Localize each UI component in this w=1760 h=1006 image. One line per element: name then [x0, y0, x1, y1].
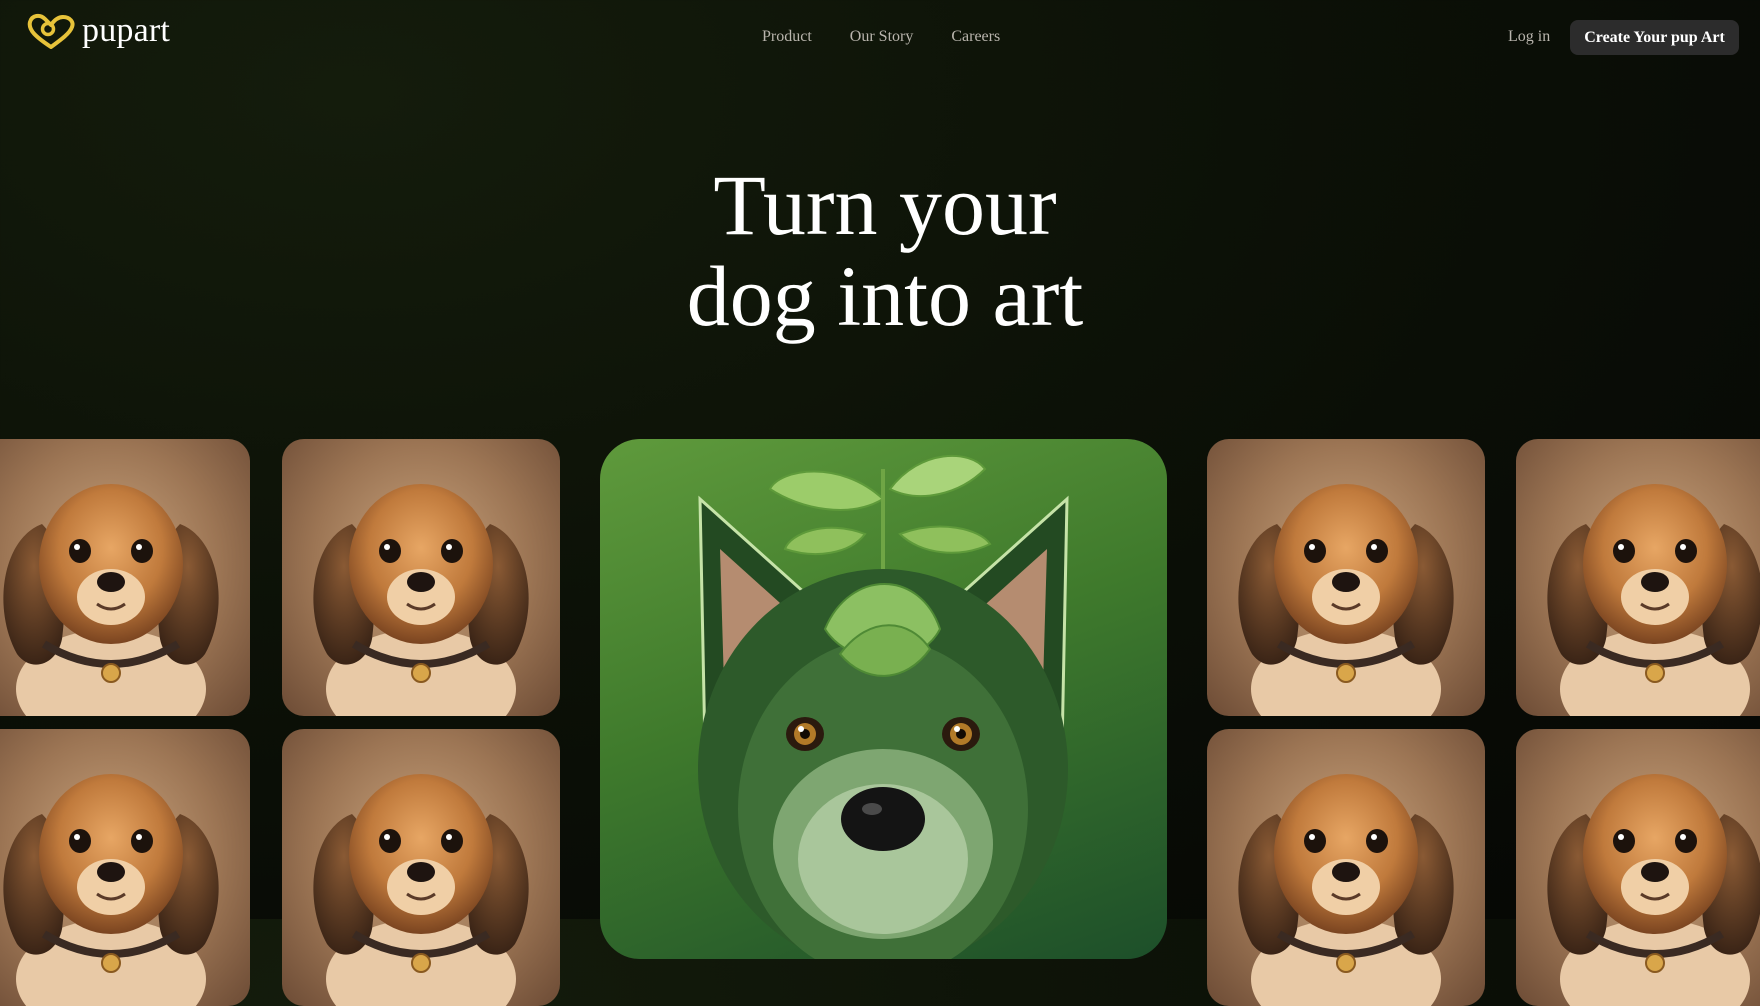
- gallery-tile: [1207, 439, 1485, 716]
- gallery-tile: [1516, 729, 1760, 1006]
- gallery-tile: [282, 729, 560, 1006]
- brand-name: pupart: [82, 12, 171, 49]
- hero-title-line-2: dog into art: [686, 248, 1084, 344]
- hero-title: Turn your dog into art: [0, 160, 1760, 342]
- brand-logo[interactable]: pupart: [26, 12, 170, 50]
- login-link[interactable]: Log in: [1508, 28, 1550, 46]
- gallery-tile: [282, 439, 560, 716]
- gallery-tile: [0, 439, 250, 716]
- nav-link-careers[interactable]: Careers: [951, 28, 1000, 46]
- green-leaf-dog-image: [698, 454, 1069, 959]
- gallery-tile: [1207, 729, 1485, 1006]
- gallery-tile: [1516, 439, 1760, 716]
- primary-nav: Product Our Story Careers: [762, 28, 1000, 46]
- create-pup-art-button[interactable]: Create Your pup Art: [1570, 20, 1739, 55]
- puppy-portrait-image: [282, 729, 560, 1006]
- puppy-portrait-image: [0, 439, 250, 716]
- gallery-tile: [0, 729, 250, 1006]
- puppy-portrait-image: [282, 439, 560, 716]
- nav-link-our-story[interactable]: Our Story: [850, 28, 914, 46]
- puppy-portrait-image: [0, 729, 250, 1006]
- heart-pup-icon: [26, 13, 76, 49]
- featured-art-tile: [600, 439, 1167, 959]
- puppy-portrait-image: [1516, 439, 1760, 716]
- puppy-portrait-image: [1207, 729, 1485, 1006]
- top-navbar: pupart Product Our Story Careers Log in …: [0, 0, 1760, 80]
- puppy-portrait-image: [1516, 729, 1760, 1006]
- hero-title-line-1: Turn your: [713, 157, 1057, 253]
- nav-link-product[interactable]: Product: [762, 28, 812, 46]
- puppy-portrait-image: [1207, 439, 1485, 716]
